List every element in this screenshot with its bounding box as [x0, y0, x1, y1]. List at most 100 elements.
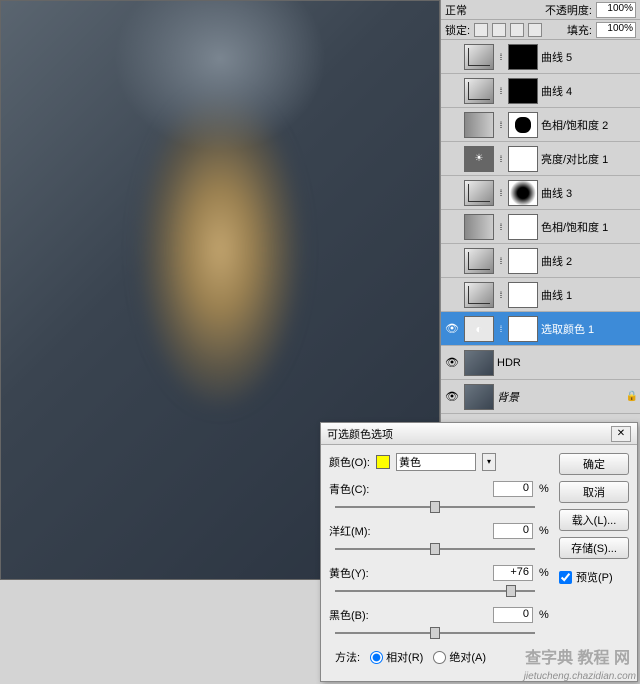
layer-thumbnail[interactable] — [464, 146, 494, 172]
layer-name[interactable]: HDR — [497, 357, 638, 369]
layer-thumbnail[interactable] — [464, 78, 494, 104]
layer-name[interactable]: 色相/饱和度 1 — [541, 219, 638, 235]
link-icon[interactable]: ⁞ — [497, 52, 505, 62]
fill-label: 填充: — [567, 22, 592, 38]
chevron-down-icon[interactable]: ▾ — [482, 453, 496, 471]
load-button[interactable]: 载入(L)... — [559, 509, 629, 531]
visibility-toggle-icon[interactable] — [443, 354, 461, 372]
visibility-toggle-icon[interactable] — [443, 286, 461, 304]
slider-row: 黑色(B):0% — [329, 607, 551, 623]
link-icon[interactable]: ⁞ — [497, 256, 505, 266]
slider-label: 青色(C): — [329, 481, 389, 497]
fill-value[interactable]: 100% — [596, 22, 636, 38]
layer-row[interactable]: ⁞ 色相/饱和度 2 — [441, 108, 640, 142]
slider-track[interactable] — [335, 625, 535, 641]
opacity-value[interactable]: 100% — [596, 2, 636, 18]
preview-checkbox[interactable]: 预览(P) — [559, 569, 629, 585]
visibility-toggle-icon[interactable] — [443, 150, 461, 168]
link-icon[interactable]: ⁞ — [497, 154, 505, 164]
layer-name[interactable]: 曲线 4 — [541, 83, 638, 99]
layer-mask-thumbnail[interactable] — [508, 282, 538, 308]
layer-thumbnail[interactable] — [464, 214, 494, 240]
slider-thumb[interactable] — [506, 585, 516, 597]
layer-thumbnail[interactable] — [464, 248, 494, 274]
layer-mask-thumbnail[interactable] — [508, 180, 538, 206]
slider-thumb[interactable] — [430, 543, 440, 555]
layer-thumbnail[interactable] — [464, 112, 494, 138]
lock-row: 锁定: 填充: 100% — [441, 20, 640, 40]
close-icon[interactable]: ✕ — [611, 426, 631, 442]
layer-row[interactable]: HDR — [441, 346, 640, 380]
layer-row[interactable]: ⁞ 曲线 5 — [441, 40, 640, 74]
link-icon[interactable]: ⁞ — [497, 188, 505, 198]
layer-mask-thumbnail[interactable] — [508, 112, 538, 138]
layer-row[interactable]: ⁞ 曲线 2 — [441, 244, 640, 278]
visibility-toggle-icon[interactable] — [443, 218, 461, 236]
slider-row: 青色(C):0% — [329, 481, 551, 497]
slider-value[interactable]: 0 — [493, 607, 533, 623]
cancel-button[interactable]: 取消 — [559, 481, 629, 503]
layer-row[interactable]: ⁞ 曲线 4 — [441, 74, 640, 108]
visibility-toggle-icon[interactable] — [443, 116, 461, 134]
visibility-toggle-icon[interactable] — [443, 82, 461, 100]
slider-thumb[interactable] — [430, 627, 440, 639]
slider-track[interactable] — [335, 541, 535, 557]
layer-name[interactable]: 曲线 5 — [541, 49, 638, 65]
visibility-toggle-icon[interactable] — [443, 388, 461, 406]
method-relative-radio[interactable]: 相对(R) — [370, 649, 423, 665]
slider-track[interactable] — [335, 583, 535, 599]
layer-name[interactable]: 选取颜色 1 — [541, 321, 638, 337]
layer-name[interactable]: 色相/饱和度 2 — [541, 117, 638, 133]
lock-transparency-icon[interactable] — [474, 23, 488, 37]
layer-thumbnail[interactable] — [464, 350, 494, 376]
layer-mask-thumbnail[interactable] — [508, 248, 538, 274]
blend-mode-select[interactable]: 正常 — [445, 2, 467, 18]
ok-button[interactable]: 确定 — [559, 453, 629, 475]
lock-icon: 🔒 — [626, 391, 638, 402]
visibility-toggle-icon[interactable] — [443, 252, 461, 270]
link-icon[interactable]: ⁞ — [497, 324, 505, 334]
layer-mask-thumbnail[interactable] — [508, 44, 538, 70]
layer-thumbnail[interactable] — [464, 282, 494, 308]
lock-position-icon[interactable] — [510, 23, 524, 37]
layer-row[interactable]: ⁞ 曲线 1 — [441, 278, 640, 312]
save-button[interactable]: 存储(S)... — [559, 537, 629, 559]
layer-thumbnail[interactable] — [464, 384, 494, 410]
layer-name[interactable]: 背景 — [497, 389, 623, 405]
dialog-titlebar[interactable]: 可选颜色选项 ✕ — [321, 423, 637, 445]
visibility-toggle-icon[interactable] — [443, 184, 461, 202]
layer-row[interactable]: ⁞ 色相/饱和度 1 — [441, 210, 640, 244]
layer-row[interactable]: ⁞ 曲线 3 — [441, 176, 640, 210]
slider-value[interactable]: 0 — [493, 481, 533, 497]
layer-row[interactable]: ⁞ 亮度/对比度 1 — [441, 142, 640, 176]
layer-row[interactable]: 背景🔒 — [441, 380, 640, 414]
slider-thumb[interactable] — [430, 501, 440, 513]
link-icon[interactable]: ⁞ — [497, 290, 505, 300]
link-icon[interactable]: ⁞ — [497, 222, 505, 232]
layer-name[interactable]: 亮度/对比度 1 — [541, 151, 638, 167]
layer-name[interactable]: 曲线 3 — [541, 185, 638, 201]
layer-thumbnail[interactable] — [464, 316, 494, 342]
layer-name[interactable]: 曲线 1 — [541, 287, 638, 303]
layer-thumbnail[interactable] — [464, 180, 494, 206]
lock-pixels-icon[interactable] — [492, 23, 506, 37]
layer-mask-thumbnail[interactable] — [508, 316, 538, 342]
link-icon[interactable]: ⁞ — [497, 86, 505, 96]
layer-mask-thumbnail[interactable] — [508, 78, 538, 104]
slider-label: 洋红(M): — [329, 523, 389, 539]
slider-value[interactable]: +76 — [493, 565, 533, 581]
layer-mask-thumbnail[interactable] — [508, 214, 538, 240]
layer-row[interactable]: ⁞ 选取颜色 1 — [441, 312, 640, 346]
layer-thumbnail[interactable] — [464, 44, 494, 70]
lock-all-icon[interactable] — [528, 23, 542, 37]
method-absolute-radio[interactable]: 绝对(A) — [433, 649, 486, 665]
visibility-toggle-icon[interactable] — [443, 48, 461, 66]
color-select[interactable]: 黄色 — [396, 453, 476, 471]
layer-mask-thumbnail[interactable] — [508, 146, 538, 172]
link-icon[interactable]: ⁞ — [497, 120, 505, 130]
slider-value[interactable]: 0 — [493, 523, 533, 539]
slider-track[interactable] — [335, 499, 535, 515]
layers-list[interactable]: ⁞ 曲线 5 ⁞ 曲线 4 ⁞ 色相/饱和度 2 ⁞ 亮度/对比度 1 ⁞ 曲线 3 ⁞ 色相/饱和度… — [441, 40, 640, 440]
layer-name[interactable]: 曲线 2 — [541, 253, 638, 269]
visibility-toggle-icon[interactable] — [443, 320, 461, 338]
